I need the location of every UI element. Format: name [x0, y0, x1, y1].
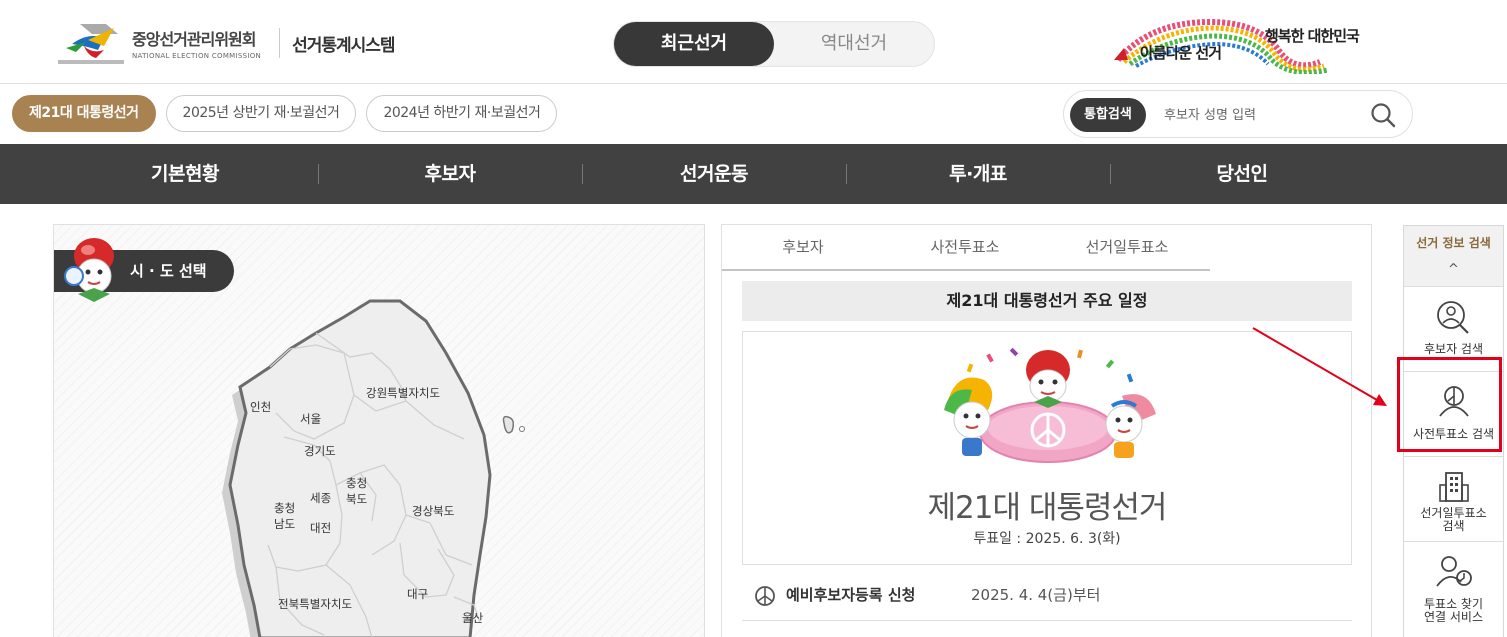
highlight-box	[1397, 357, 1502, 452]
nav-elected[interactable]: 당선인	[1110, 144, 1374, 204]
election-tabs: 제21대 대통령선거 2025년 상반기 재·보궐선거 2024년 하반기 재·…	[12, 95, 558, 132]
system-name: 선거통계시스템	[292, 35, 395, 56]
tab-candidates[interactable]: 후보자	[722, 225, 884, 269]
mascots-ballot-illustration	[944, 347, 1156, 463]
org-name: 중앙선거관리위원회	[132, 30, 256, 49]
red-arrow-icon	[1252, 327, 1387, 406]
election-tab-21st-presidential[interactable]: 제21대 대통령선거	[12, 95, 156, 132]
logo-divider	[279, 28, 281, 58]
schedule-heading: 제21대 대통령선거 주요 일정	[742, 281, 1352, 321]
nec-logo-icon	[58, 24, 124, 64]
schedule-panel: 후보자 사전투표소 선거일투표소 제21대 대통령선거 주요 일정 제21대 대…	[721, 224, 1372, 637]
quick-search-title: 선거 정보 검색	[1416, 236, 1491, 250]
region-map-panel: 인천 서울 강원특별자치도 경기도 충청 북도 충청 남도 세종 대전 경상북도…	[53, 224, 705, 637]
quick-election-day-station-search[interactable]: 선거일투표소 검색	[1404, 456, 1503, 541]
sido-select-header: 시 · 도 선택	[54, 238, 234, 302]
election-tab-2024-by-election[interactable]: 2024년 하반기 재·보궐선거	[366, 95, 558, 132]
search-type-label[interactable]: 통합검색	[1070, 98, 1146, 132]
region-daejeon[interactable]: 대전	[310, 521, 331, 535]
quick-item-label: 후보자 검색	[1423, 342, 1483, 356]
schedule-row-label: 예비후보자등록 신청	[786, 586, 916, 604]
candidate-search-input[interactable]	[1164, 100, 1354, 130]
quick-search-header: 선거 정보 검색 ^	[1404, 226, 1503, 286]
region-gyeonggi[interactable]: 경기도	[304, 444, 336, 458]
region-chungnam-line2[interactable]: 남도	[274, 517, 295, 531]
region-chungbuk-line2[interactable]: 북도	[346, 492, 367, 506]
person-clock-icon	[1436, 556, 1472, 587]
region-sejong[interactable]: 세종	[310, 491, 331, 505]
ulleungdo-island	[502, 415, 515, 434]
quick-item-label-line2: 연결 서비스	[1423, 610, 1483, 624]
nec-logo[interactable]: 중앙선거관리위원회 NATIONAL ELECTION COMMISSION 선…	[58, 20, 396, 66]
slogan-right-text: 행복한 대한민국	[1265, 27, 1360, 45]
region-chungbuk-line1[interactable]: 충청	[346, 476, 367, 490]
quick-item-label-line2: 검색	[1442, 519, 1465, 533]
integrated-search: 통합검색	[1063, 90, 1413, 138]
nav-voting-counting[interactable]: 투·개표	[846, 144, 1110, 204]
ballot-stamp-icon	[755, 586, 775, 606]
dokdo-island	[519, 426, 525, 432]
region-incheon[interactable]: 인천	[250, 400, 271, 414]
election-tab-2025-by-election[interactable]: 2025년 상반기 재·보궐선거	[165, 95, 357, 132]
tab-election-day-stations[interactable]: 선거일투표소	[1046, 225, 1208, 269]
schedule-row-date: 2025. 4. 4(금)부터	[971, 586, 1101, 604]
mascot-icon	[64, 238, 114, 302]
region-gyeongbuk[interactable]: 경상북도	[412, 504, 454, 518]
sido-select-title: 시 · 도 선택	[130, 262, 207, 280]
schedule-row: 예비후보자등록 신청 2025. 4. 4(금)부터	[742, 573, 1352, 621]
org-subtitle: NATIONAL ELECTION COMMISSION	[132, 52, 262, 60]
korea-mainland	[228, 299, 492, 637]
election-period-toggle: 최근선거 역대선거	[613, 21, 935, 67]
region-seoul[interactable]: 서울	[300, 412, 321, 426]
nav-campaign[interactable]: 선거운동	[582, 144, 846, 204]
search-icon[interactable]	[1370, 102, 1396, 128]
quick-polling-place-finder[interactable]: 투표소 찾기 연결 서비스	[1404, 541, 1503, 626]
region-chungnam-line1[interactable]: 충청	[274, 501, 295, 515]
recent-election-button[interactable]: 최근선거	[614, 22, 774, 66]
main-navigation: 기본현황 후보자 선거운동 투·개표 당선인	[0, 144, 1507, 204]
schedule-tabs: 후보자 사전투표소 선거일투표소	[722, 225, 1210, 271]
tab-early-voting-stations[interactable]: 사전투표소	[884, 225, 1046, 269]
site-header: 중앙선거관리위원회 NATIONAL ELECTION COMMISSION 선…	[0, 0, 1507, 84]
slogan-banner: 아름다운 선거 행복한 대한민국	[1110, 12, 1380, 74]
region-ulsan[interactable]: 울산	[462, 611, 484, 625]
slogan-left-text: 아름다운 선거	[1140, 44, 1222, 62]
nav-candidates[interactable]: 후보자	[318, 144, 582, 204]
region-daegu[interactable]: 대구	[407, 587, 428, 601]
vote-date: 투표일 : 2025. 6. 3(화)	[973, 531, 1121, 547]
nav-basic-status[interactable]: 기본현황	[53, 144, 317, 204]
past-election-button[interactable]: 역대선거	[774, 22, 934, 66]
person-search-icon	[1437, 301, 1469, 334]
chevron-up-icon[interactable]: ^	[1404, 262, 1503, 277]
election-title: 제21대 대통령선거	[927, 490, 1168, 526]
building-icon	[1439, 472, 1469, 502]
region-jeonbuk[interactable]: 전북특별자치도	[278, 597, 352, 611]
region-gangwon[interactable]: 강원특별자치도	[366, 386, 440, 400]
